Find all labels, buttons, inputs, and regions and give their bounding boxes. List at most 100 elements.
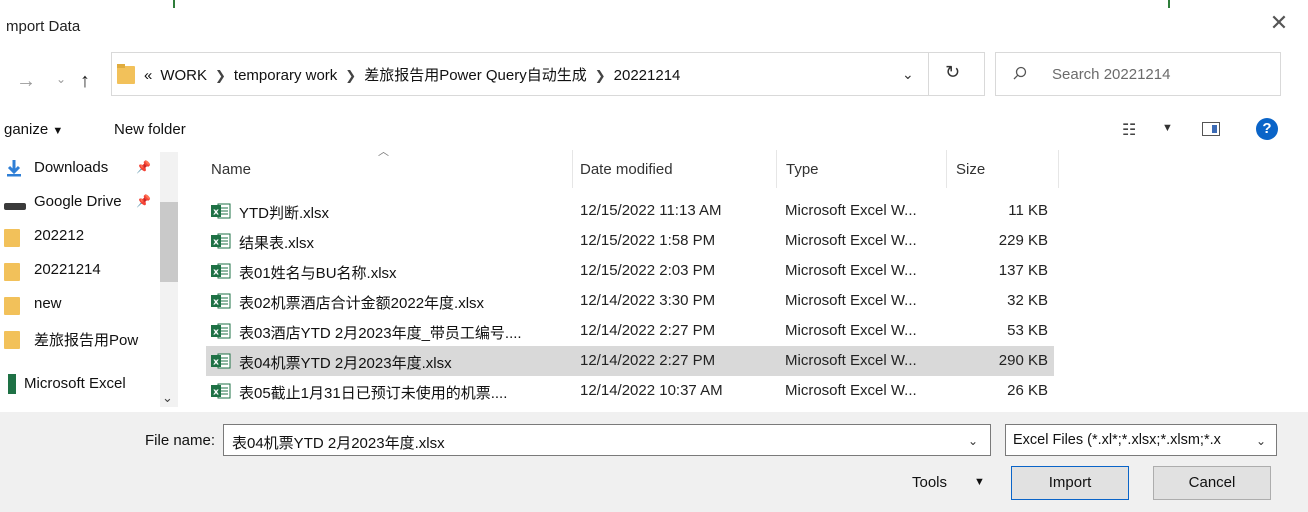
- table-row[interactable]: x 表02机票酒店合计金额2022年度.xlsx 12/14/2022 3:30…: [206, 286, 1054, 316]
- search-input[interactable]: Search 20221214: [1052, 66, 1170, 83]
- breadcrumb-item[interactable]: 20221214: [614, 67, 681, 84]
- file-name: 表01姓名与BU名称.xlsx: [239, 265, 397, 282]
- file-type: Microsoft Excel W...: [785, 232, 917, 249]
- column-divider[interactable]: [946, 150, 947, 188]
- file-name-value[interactable]: 表04机票YTD 2月2023年度.xlsx: [232, 432, 445, 453]
- refresh-icon[interactable]: ↻: [945, 62, 960, 83]
- file-type: Microsoft Excel W...: [785, 352, 917, 369]
- organize-button[interactable]: ganize ▼: [4, 121, 63, 138]
- excel-file-icon: x: [211, 233, 231, 249]
- sidebar-item-label: Google Drive: [34, 193, 122, 210]
- chevron-down-icon[interactable]: ⌄: [968, 434, 978, 448]
- scroll-down-icon[interactable]: ⌄: [162, 390, 173, 406]
- folder-icon: [117, 64, 135, 84]
- file-name: 表04机票YTD 2月2023年度.xlsx: [239, 355, 452, 372]
- breadcrumb-item[interactable]: 差旅报告用Power Query自动生成: [364, 67, 587, 84]
- dialog-title: mport Data: [6, 18, 81, 35]
- column-header-type[interactable]: Type: [786, 161, 819, 178]
- column-header-size[interactable]: Size: [956, 161, 985, 178]
- column-divider[interactable]: [1058, 150, 1059, 188]
- folder-icon: [4, 331, 20, 349]
- breadcrumb-separator-icon[interactable]: ❯: [345, 68, 356, 83]
- chevron-down-icon: ▼: [52, 125, 64, 137]
- column-divider[interactable]: [572, 150, 573, 188]
- sidebar-item-travel-report[interactable]: 差旅报告用Pow: [0, 324, 160, 354]
- breadcrumb-overflow[interactable]: «: [144, 67, 152, 84]
- excel-file-icon: x: [211, 353, 231, 369]
- pin-icon[interactable]: 📌: [136, 194, 151, 208]
- file-date: 12/15/2022 11:13 AM: [580, 202, 722, 219]
- sidebar-item-label: Downloads: [34, 159, 109, 176]
- file-date: 12/15/2022 2:03 PM: [580, 262, 716, 279]
- download-arrow-icon: [4, 158, 24, 182]
- view-options-icon[interactable]: ☷: [1122, 120, 1136, 140]
- table-row[interactable]: x 表03酒店YTD 2月2023年度_带员工编号.... 12/14/2022…: [206, 316, 1054, 346]
- file-type: Microsoft Excel W...: [785, 202, 917, 219]
- column-header-name[interactable]: Name: [211, 161, 251, 178]
- breadcrumb-item[interactable]: temporary work: [234, 67, 337, 84]
- sidebar-item-new[interactable]: new: [0, 290, 160, 320]
- file-name: 表05截止1月31日已预订未使用的机票....: [239, 385, 508, 402]
- breadcrumb-item[interactable]: WORK: [160, 67, 207, 84]
- file-size: 229 KB: [998, 232, 1048, 249]
- sidebar-item-202212[interactable]: 202212: [0, 222, 160, 252]
- column-header-date-modified[interactable]: Date modified: [580, 161, 673, 178]
- excel-file-icon: x: [211, 293, 231, 309]
- help-icon[interactable]: ?: [1256, 118, 1278, 140]
- file-type: Microsoft Excel W...: [785, 292, 917, 309]
- sidebar-item-label: 202212: [34, 227, 85, 244]
- excel-file-icon: x: [211, 263, 231, 279]
- table-row[interactable]: x 表01姓名与BU名称.xlsx 12/15/2022 2:03 PM Mic…: [206, 256, 1054, 286]
- file-date: 12/14/2022 10:37 AM: [580, 382, 723, 399]
- breadcrumb-separator-icon[interactable]: ❯: [215, 68, 226, 83]
- chevron-down-icon[interactable]: ⌄: [1256, 434, 1266, 448]
- column-divider[interactable]: [776, 150, 777, 188]
- sidebar-item-label: Microsoft Excel: [24, 375, 126, 392]
- svg-text:x: x: [213, 328, 219, 338]
- table-row-selected[interactable]: x 表04机票YTD 2月2023年度.xlsx 12/14/2022 2:27…: [206, 346, 1054, 376]
- file-name: YTD判断.xlsx: [239, 205, 330, 222]
- file-size: 32 KB: [1007, 292, 1048, 309]
- sort-ascending-icon: ︿: [378, 146, 389, 158]
- forward-arrow-icon[interactable]: →: [16, 70, 36, 93]
- close-icon[interactable]: ✕: [1268, 12, 1290, 34]
- svg-text:x: x: [213, 238, 219, 248]
- sidebar-scrollbar-thumb[interactable]: [160, 202, 178, 282]
- recent-locations-chevron-icon[interactable]: ⌄: [56, 72, 66, 86]
- new-folder-button[interactable]: New folder: [114, 121, 186, 138]
- pin-icon[interactable]: 📌: [136, 160, 151, 174]
- cancel-button[interactable]: Cancel: [1153, 466, 1271, 500]
- breadcrumb-separator-icon[interactable]: ❯: [595, 68, 606, 83]
- table-row[interactable]: x YTD判断.xlsx 12/15/2022 11:13 AM Microso…: [206, 196, 1054, 226]
- file-type-filter-value[interactable]: Excel Files (*.xl*;*.xlsx;*.xlsm;*.x: [1013, 432, 1253, 448]
- excel-file-icon: x: [211, 383, 231, 399]
- chevron-down-icon[interactable]: ▼: [1162, 122, 1173, 134]
- excel-file-icon: x: [211, 323, 231, 339]
- file-name: 表03酒店YTD 2月2023年度_带员工编号....: [239, 325, 522, 342]
- import-button[interactable]: Import: [1011, 466, 1129, 500]
- file-type: Microsoft Excel W...: [785, 382, 917, 399]
- sidebar-item-google-drive[interactable]: Google Drive 📌: [0, 188, 160, 218]
- file-name-label: File name:: [145, 432, 216, 449]
- file-name: 表02机票酒店合计金额2022年度.xlsx: [239, 295, 485, 312]
- sidebar-item-20221214[interactable]: 20221214: [0, 256, 160, 286]
- chevron-down-icon[interactable]: ▼: [974, 476, 985, 488]
- sidebar-item-label: new: [34, 295, 62, 312]
- preview-pane-icon[interactable]: [1202, 122, 1220, 136]
- tools-button[interactable]: Tools: [912, 474, 947, 491]
- file-size: 290 KB: [998, 352, 1048, 369]
- address-dropdown-icon[interactable]: ⌄: [902, 66, 914, 83]
- file-size: 53 KB: [1007, 322, 1048, 339]
- excel-icon: [8, 374, 16, 398]
- up-arrow-icon[interactable]: ↑: [80, 70, 90, 93]
- table-row[interactable]: x 表05截止1月31日已预订未使用的机票.... 12/14/2022 10:…: [206, 376, 1054, 406]
- parent-window-edge: [0, 0, 1308, 8]
- file-name: 结果表.xlsx: [239, 235, 315, 252]
- svg-text:x: x: [213, 208, 219, 218]
- sidebar-item-downloads[interactable]: Downloads 📌: [0, 154, 160, 184]
- file-type: Microsoft Excel W...: [785, 322, 917, 339]
- folder-icon: [4, 263, 20, 281]
- table-row[interactable]: x 结果表.xlsx 12/15/2022 1:58 PM Microsoft …: [206, 226, 1054, 256]
- sidebar-item-microsoft-excel[interactable]: Microsoft Excel: [0, 370, 160, 400]
- file-size: 11 KB: [1008, 202, 1048, 219]
